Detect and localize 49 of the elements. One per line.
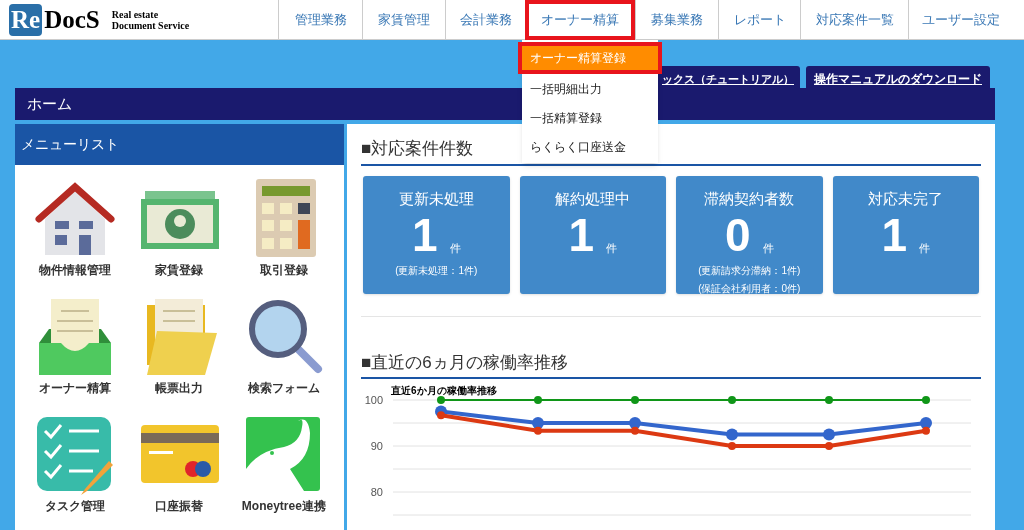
count-unit: 件 <box>449 240 461 256</box>
manual-download-tab[interactable]: 操作マニュアルのダウンロード <box>806 66 990 88</box>
count-card[interactable]: 解約処理中 1 件 <box>519 175 666 294</box>
menu-item-label[interactable]: 検索フォーム <box>247 379 320 397</box>
nav-item[interactable]: レポート <box>718 0 800 40</box>
dropdown-item[interactable]: らくらく口座送金 <box>522 132 658 161</box>
logo-mark: Re <box>9 3 43 36</box>
count-value: 1 <box>881 210 908 260</box>
nav-item[interactable]: 管理業務 <box>278 0 362 40</box>
card-note: (更新未処理：1件) <box>395 264 478 278</box>
chart-title: 直近6か月の稼働率推移 <box>391 384 497 398</box>
menu-item-label[interactable]: 口座振替 <box>155 497 204 515</box>
count-value: 1 <box>411 210 438 260</box>
menu-item-label[interactable]: 家賃登録 <box>155 261 204 279</box>
count-card[interactable]: 滞納契約者数 0 件 (更新請求分滞納：1件) (保証会社利用者：0件) <box>676 175 823 294</box>
count-value: 0 <box>724 210 751 260</box>
count-unit: 件 <box>919 240 931 256</box>
menu-item-label[interactable]: 物件情報管理 <box>39 261 112 279</box>
dropdown-item[interactable]: 一括精算登録 <box>522 103 658 132</box>
count-card[interactable]: 更新未処理 1 件 (更新未処理：1件) <box>363 175 510 294</box>
card-label: 解約処理中 <box>555 188 631 209</box>
menu-item-label[interactable]: タスク管理 <box>45 497 106 515</box>
nav-item[interactable]: 家賃管理 <box>362 0 445 40</box>
menu-item-label[interactable]: Moneytree連携 <box>241 497 326 515</box>
section-title: ■直近の6ヵ月の稼働率推移 <box>361 352 568 372</box>
card-label: 更新未処理 <box>398 188 474 209</box>
count-unit: 件 <box>606 240 618 256</box>
card-label: 対応未完了 <box>868 188 944 209</box>
nav-item[interactable]: オーナー精算 <box>525 0 635 40</box>
y-tick-label: 90 <box>370 440 383 452</box>
card-label: 滞納契約者数 <box>704 188 795 209</box>
menu-item-label[interactable]: 取引登録 <box>259 261 308 279</box>
section-title: ■対応案件件数 <box>361 139 474 158</box>
y-tick-label: 100 <box>364 394 383 406</box>
logo-text: DocS <box>44 4 100 35</box>
menu-item-label[interactable]: オーナー精算 <box>39 379 112 397</box>
nav-item[interactable]: 対応案件一覧 <box>800 0 908 40</box>
menu-item-label[interactable]: 帳票出力 <box>155 379 204 397</box>
menu-title: メニューリスト <box>21 135 119 154</box>
tagline: Document Service <box>111 19 190 31</box>
y-tick-label: 80 <box>370 486 383 498</box>
count-card[interactable]: 対応未完了 1 件 <box>832 175 979 294</box>
nav-item[interactable]: ユーザー設定 <box>908 0 1013 40</box>
tagline: Real estate <box>111 8 160 20</box>
count-unit: 件 <box>762 240 774 256</box>
count-value: 1 <box>568 210 595 260</box>
card-note: (更新請求分滞納：1件) <box>698 264 801 278</box>
card-note: (保証会社利用者：0件) <box>698 282 801 296</box>
page-title: ホーム <box>27 93 72 114</box>
